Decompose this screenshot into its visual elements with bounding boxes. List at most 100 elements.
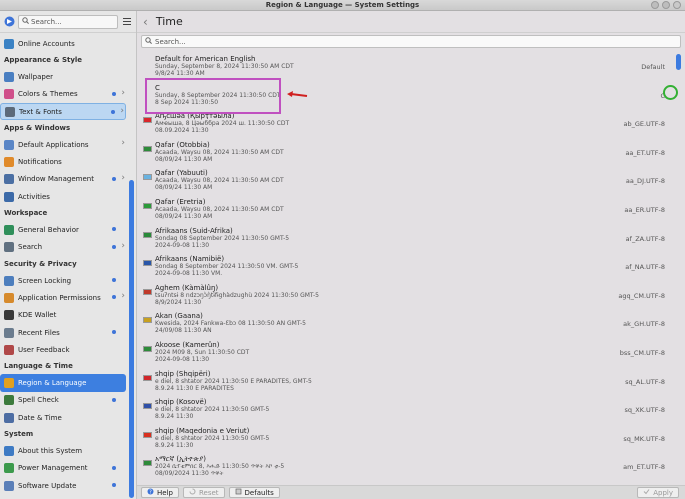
sidebar-item[interactable]: Default Applications ›	[0, 136, 126, 153]
locale-list-scrollbar[interactable]	[676, 53, 681, 485]
locale-list-item[interactable]: shqip (Shqipëri) e diel, 8 shtator 2024 1…	[137, 368, 677, 397]
activities-icon	[4, 191, 14, 202]
maximize-button[interactable]	[662, 1, 670, 9]
locale-name: Akan (Gaana)	[155, 312, 203, 321]
green-circle-annotation	[663, 85, 678, 100]
locale-short-format: 2024-09-08 11:30	[155, 241, 210, 249]
sidebar-item[interactable]: Notifications	[0, 153, 126, 170]
locale-code: aa_DJ.UTF-8	[625, 177, 665, 186]
apps-icon	[4, 139, 14, 150]
sidebar-item[interactable]: Online Accounts	[0, 35, 126, 52]
sidebar-item[interactable]: General Behavior	[0, 221, 126, 238]
country-flag-icon	[143, 317, 152, 324]
sidebar-item-label: General Behavior	[18, 226, 79, 235]
sidebar-item-label: Notifications	[18, 158, 62, 167]
window-title: Region & Language — System Settings	[265, 1, 420, 9]
country-flag-icon	[143, 288, 152, 295]
locale-long-format: Acaada, Waysu 08, 2024 11:30:50 AM CDT	[155, 205, 284, 213]
sidebar-item[interactable]: Wallpaper	[0, 68, 126, 85]
locale-name: Qafar (Eretria)	[155, 197, 206, 206]
change-indicator-dot	[112, 397, 116, 402]
country-flag-icon	[143, 460, 152, 467]
locale-list-item[interactable]: Qafar (Otobbia) Acaada, Waysu 08, 2024 11…	[137, 139, 677, 168]
sidebar-item[interactable]: User Feedback	[0, 341, 126, 358]
locale-short-format: 2024-09-08 11:30	[155, 355, 210, 363]
locale-short-format: 08/09/24 11:30 AM	[155, 155, 213, 163]
sidebar-item-label: Date & Time	[18, 413, 62, 422]
locale-short-format: 08/09/2024 11:30 ጥዋት	[155, 470, 224, 478]
sidebar-item[interactable]: Software Update	[0, 477, 126, 494]
locale-list: Default for American English Sunday, Sept…	[137, 53, 677, 485]
close-button[interactable]	[673, 1, 681, 9]
sidebar-scrollbar-thumb[interactable]	[129, 180, 134, 498]
locale-long-format: Амҽыша, 8 Цәыббра 2024 ш. 11:30:50 CDT	[155, 120, 290, 128]
locale-long-format: Acaada, Waysu 08, 2024 11:30:50 AM CDT	[155, 177, 284, 185]
locale-name: Aghem (Kàmàlûŋ)	[155, 283, 219, 292]
sidebar-item[interactable]: Colors & Themes ›	[0, 86, 126, 103]
locale-list-scrollbar-thumb[interactable]	[676, 54, 681, 70]
sidebar-item[interactable]: Search ›	[0, 239, 126, 256]
bell-icon	[4, 157, 14, 168]
country-flag-icon	[143, 374, 152, 381]
locale-code: am_ET.UTF-8	[623, 463, 665, 472]
sidebar-item[interactable]: Application Permissions ›	[0, 289, 126, 306]
red-arrow-annotation-icon	[287, 91, 308, 97]
change-indicator-dot	[111, 109, 115, 114]
change-indicator-dot	[112, 91, 116, 96]
sidebar-item[interactable]: Spell Check	[0, 392, 126, 409]
locale-list-item[interactable]: Afrikaans (Suid-Afrika) Sondag 08 Septemb…	[137, 225, 677, 254]
back-arrow-icon[interactable]: ‹	[143, 15, 148, 29]
sidebar-toolbar: Search...	[0, 11, 136, 33]
sidebar-search-input[interactable]: Search...	[18, 14, 118, 29]
locale-list-item[interactable]: shqip (Kosovë) e diel, 8 shtator 2024 11:…	[137, 396, 677, 425]
defaults-button[interactable]: Defaults	[228, 487, 280, 498]
help-button[interactable]: ? Help	[141, 487, 179, 498]
locale-list-item[interactable]: Aghem (Kàmàlûŋ) tsuʔntsɨ 8 ndzɔŋɔ̀ŋ̀tɨ̀fɨ…	[137, 282, 677, 311]
locale-long-format: e diel, 8 shtator 2024 11:30:50 E PARADI…	[155, 377, 312, 385]
sidebar-item[interactable]: Screen Locking	[0, 272, 126, 289]
country-flag-icon	[143, 431, 152, 438]
locale-list-item[interactable]: Akoose (Kamerûn) 2024 M09 8, Sun 11:30:50…	[137, 339, 677, 368]
country-flag-icon	[143, 231, 152, 238]
sidebar-item[interactable]: Recent Files	[0, 324, 126, 341]
locale-list-item[interactable]: Qafar (Eretria) Acaada, Waysu 08, 2024 11…	[137, 196, 677, 225]
sidebar-item-label: Online Accounts	[18, 39, 75, 48]
apply-button[interactable]: Apply	[637, 487, 679, 498]
locale-list-item[interactable]: Аҧсшәа (Қырҭтәыла) Амҽыша, 8 Цәыббра 2024…	[137, 110, 677, 139]
reset-button-label: Reset	[198, 488, 219, 497]
help-icon: ?	[147, 488, 154, 497]
reset-button[interactable]: Reset	[182, 487, 225, 498]
sidebar-item[interactable]: Power Management	[0, 460, 126, 477]
sidebar-list: Online Accounts Appearance & Style Wallpap…	[0, 33, 136, 494]
sidebar-scrollbar[interactable]	[129, 35, 134, 499]
locale-list-item[interactable]: shqip (Maqedonia e Veriut) e diel, 8 shta…	[137, 425, 677, 454]
locale-list-item[interactable]: Qafar (Yabuuti) Acaada, Waysu 08, 2024 11…	[137, 167, 677, 196]
reset-icon	[189, 488, 196, 497]
window-titlebar: Region & Language — System Settings	[0, 0, 685, 11]
palette-icon	[4, 89, 14, 100]
sidebar-item-label: Default Applications	[18, 140, 89, 149]
locale-code: ab_GE.UTF-8	[623, 120, 665, 129]
sidebar-item[interactable]: Text & Fonts ›	[0, 102, 126, 121]
hamburger-menu-icon[interactable]	[121, 16, 133, 28]
sidebar-category: Security & Privacy	[4, 259, 77, 268]
locale-list-item[interactable]: Akan (Gaana) Kwesida, 2024 Fankwa-Ɛbɔ 08 …	[137, 310, 677, 339]
sidebar-item[interactable]: Window Management ›	[0, 171, 126, 188]
clock-icon	[4, 412, 14, 423]
sidebar-item[interactable]: KDE Wallet	[0, 307, 126, 324]
sidebar-item-label: Screen Locking	[18, 276, 72, 285]
minimize-button[interactable]	[651, 1, 659, 9]
locale-search-input[interactable]: Search...	[141, 35, 681, 48]
locale-short-format: 08/09/24 11:30 AM	[155, 212, 213, 220]
sidebar-item[interactable]: Date & Time	[0, 409, 126, 426]
locale-list-item[interactable]: አማርኛ (ኢትዮጵያ) 2024 ሴፕቴምበር 8, እሑድ 11:30:50 …	[137, 453, 677, 482]
locale-list-item[interactable]: Afrikaans (Namibië) Sondag 8 September 20…	[137, 253, 677, 282]
change-indicator-dot	[112, 465, 116, 470]
sidebar-item[interactable]: About this System	[0, 442, 126, 459]
locale-long-format: Acaada, Waysu 08, 2024 11:30:50 AM CDT	[155, 148, 284, 156]
sidebar-item[interactable]: Region & Language	[0, 374, 126, 392]
power-icon	[4, 463, 14, 474]
locale-code: ak_GH.UTF-8	[623, 320, 665, 329]
sidebar-item[interactable]: Activities	[0, 188, 126, 205]
chevron-right-icon: ›	[121, 291, 125, 302]
